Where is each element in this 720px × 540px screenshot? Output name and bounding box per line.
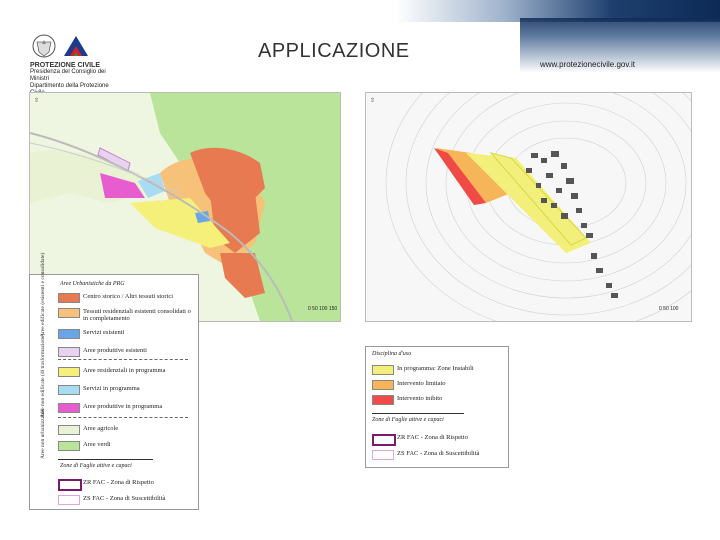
scale-label: 150 bbox=[328, 306, 338, 312]
legend-group-label: Aree edificate (esistenti e consolidate) bbox=[40, 252, 46, 337]
legend-group-label: Aree non edificate (di trasformazione) bbox=[40, 333, 46, 418]
legend-label: ZS FAC - Zona di Suscettibilità bbox=[83, 495, 166, 502]
logo-line-2: Presidenza del Consiglio dei Ministri bbox=[30, 69, 106, 82]
legend-swatch bbox=[58, 495, 80, 505]
legend-label: Aree residenziali in programma bbox=[83, 367, 166, 374]
legend-label: ZR FAC - Zona di Rispetto bbox=[83, 479, 154, 486]
legend-label: Aree produttive in programma bbox=[83, 403, 163, 410]
website-url[interactable]: www.protezionecivile.gov.it bbox=[540, 60, 635, 69]
legend-label: Aree agricole bbox=[83, 425, 119, 432]
zoning-legend: Aree Urbanistiche da PRG Aree edificate … bbox=[29, 253, 199, 510]
legend-label: Intervento limitato bbox=[397, 380, 446, 387]
legend-swatch bbox=[58, 347, 80, 357]
legend-divider bbox=[58, 459, 153, 460]
legend-divider bbox=[58, 417, 188, 418]
scale-label: 50 bbox=[663, 306, 669, 312]
legend-swatch bbox=[372, 434, 396, 446]
legend-divider bbox=[58, 359, 188, 360]
legend-swatch bbox=[58, 441, 80, 451]
scale-label: 50 bbox=[312, 306, 318, 312]
legend-swatch bbox=[58, 479, 82, 491]
legend-label: Servizi esistenti bbox=[83, 329, 125, 336]
legend-label: Tessuti residenziali esistenti consolida… bbox=[83, 308, 191, 322]
legend-swatch bbox=[372, 365, 394, 375]
legend-zone-title: Zone di Faglie attive e capaci bbox=[60, 463, 132, 469]
legend-swatch bbox=[372, 395, 394, 405]
legend-label: In programma: Zone Instabili bbox=[397, 365, 474, 372]
legend-title: Aree Urbanistiche da PRG bbox=[60, 281, 125, 287]
legend-label: Aree verdi bbox=[83, 441, 111, 448]
legend-divider bbox=[372, 413, 464, 414]
legend-swatch bbox=[58, 308, 80, 318]
slide-title: APPLICAZIONE bbox=[258, 40, 410, 62]
legend-title: Disciplina d'uso bbox=[372, 351, 412, 357]
scale-label: 100 bbox=[319, 306, 328, 312]
legend-label: Servizi in programma bbox=[83, 385, 140, 392]
legend-swatch bbox=[58, 425, 80, 435]
scale-bar: 0 50 100 bbox=[659, 306, 678, 312]
legend-swatch bbox=[58, 367, 80, 377]
legend-zone-title: Zone di Faglie attive e capaci bbox=[372, 417, 444, 423]
legend-swatch bbox=[58, 385, 80, 395]
legend-label: Aree produttive esistenti bbox=[83, 347, 147, 354]
scale-bar: 0 50 100 150 bbox=[308, 306, 337, 312]
legend-label: Intervento inibito bbox=[397, 395, 443, 402]
land-use-legend: Disciplina d'uso In programma: Zone Inst… bbox=[365, 346, 509, 468]
scale-label: 0 bbox=[308, 306, 311, 312]
legend-group-label: Aree non urbanizzabili bbox=[40, 408, 46, 459]
legend-swatch bbox=[58, 403, 80, 413]
legend-swatch bbox=[58, 293, 80, 303]
legend-swatch bbox=[372, 380, 394, 390]
legend-swatch bbox=[372, 450, 394, 460]
legend-label: ZS FAC - Zona di Suscettibilità bbox=[397, 450, 480, 457]
north-arrow-icon: ⇧ bbox=[370, 98, 376, 104]
logo-line-1: PROTEZIONE CIVILE bbox=[30, 62, 101, 69]
scale-label: 0 bbox=[659, 306, 662, 312]
scale-label: 100 bbox=[670, 306, 679, 312]
legend-label: ZR FAC - Zona di Rispetto bbox=[397, 434, 468, 441]
legend-swatch bbox=[58, 329, 80, 339]
fault-zones-map: ⇧ 0 50 100 bbox=[365, 92, 692, 322]
legend-label: Centro storico / Altri tessuti storici bbox=[83, 293, 174, 300]
north-arrow-icon: ⇧ bbox=[34, 98, 40, 104]
